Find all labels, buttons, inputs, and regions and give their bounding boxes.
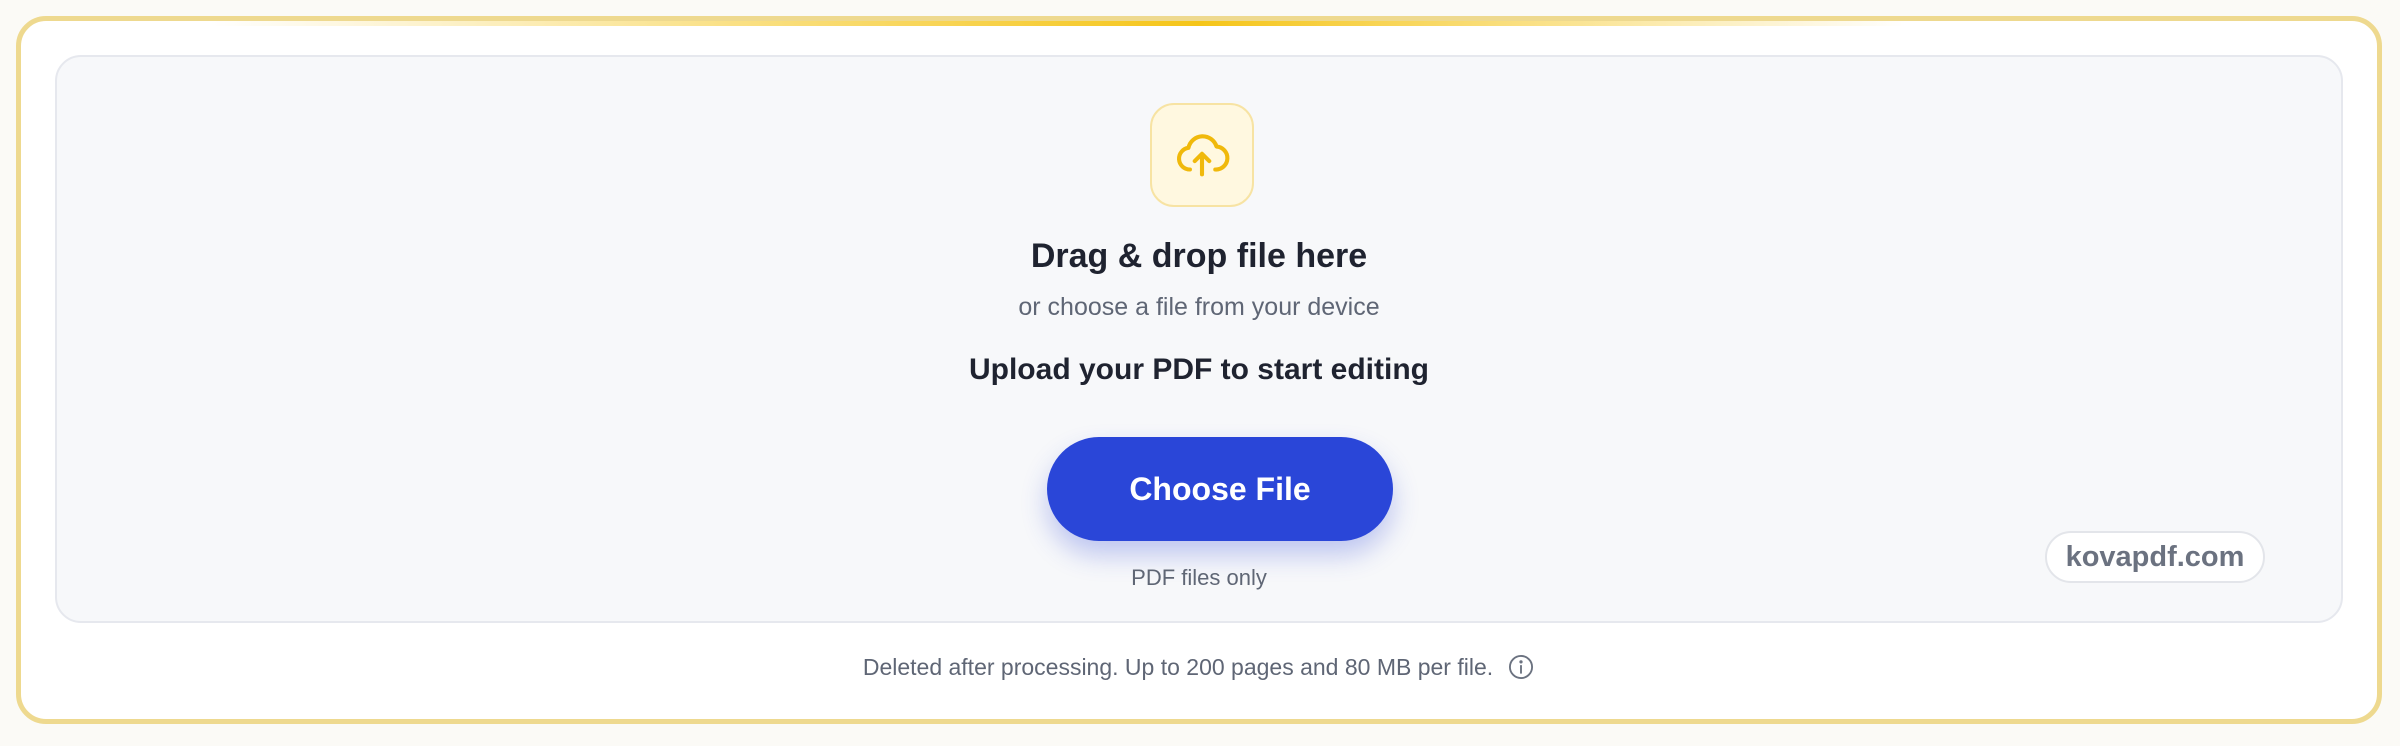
upload-icon-tile	[1150, 103, 1254, 207]
upload-cta-text: Upload your PDF to start editing	[968, 353, 1429, 386]
choose-file-button[interactable]: Choose File	[1047, 437, 1393, 541]
drop-zone[interactable]: Drag & drop file here or choose a file f…	[55, 55, 2343, 623]
footer-note: Deleted after processing. Up to 200 page…	[21, 653, 2377, 681]
cloud-upload-icon	[1177, 134, 1230, 177]
brand-badge: kovapdf.com	[2045, 531, 2265, 583]
top-accent-bar	[21, 21, 2377, 26]
info-icon[interactable]	[1507, 653, 1535, 681]
file-type-hint: PDF files only	[1131, 565, 1267, 590]
upload-card: Drag & drop file here or choose a file f…	[16, 16, 2382, 724]
drop-heading: Drag & drop file here	[1030, 237, 1368, 275]
drop-subheading: or choose a file from your device	[1018, 293, 1380, 321]
footer-note-text: Deleted after processing. Up to 200 page…	[862, 653, 1494, 680]
